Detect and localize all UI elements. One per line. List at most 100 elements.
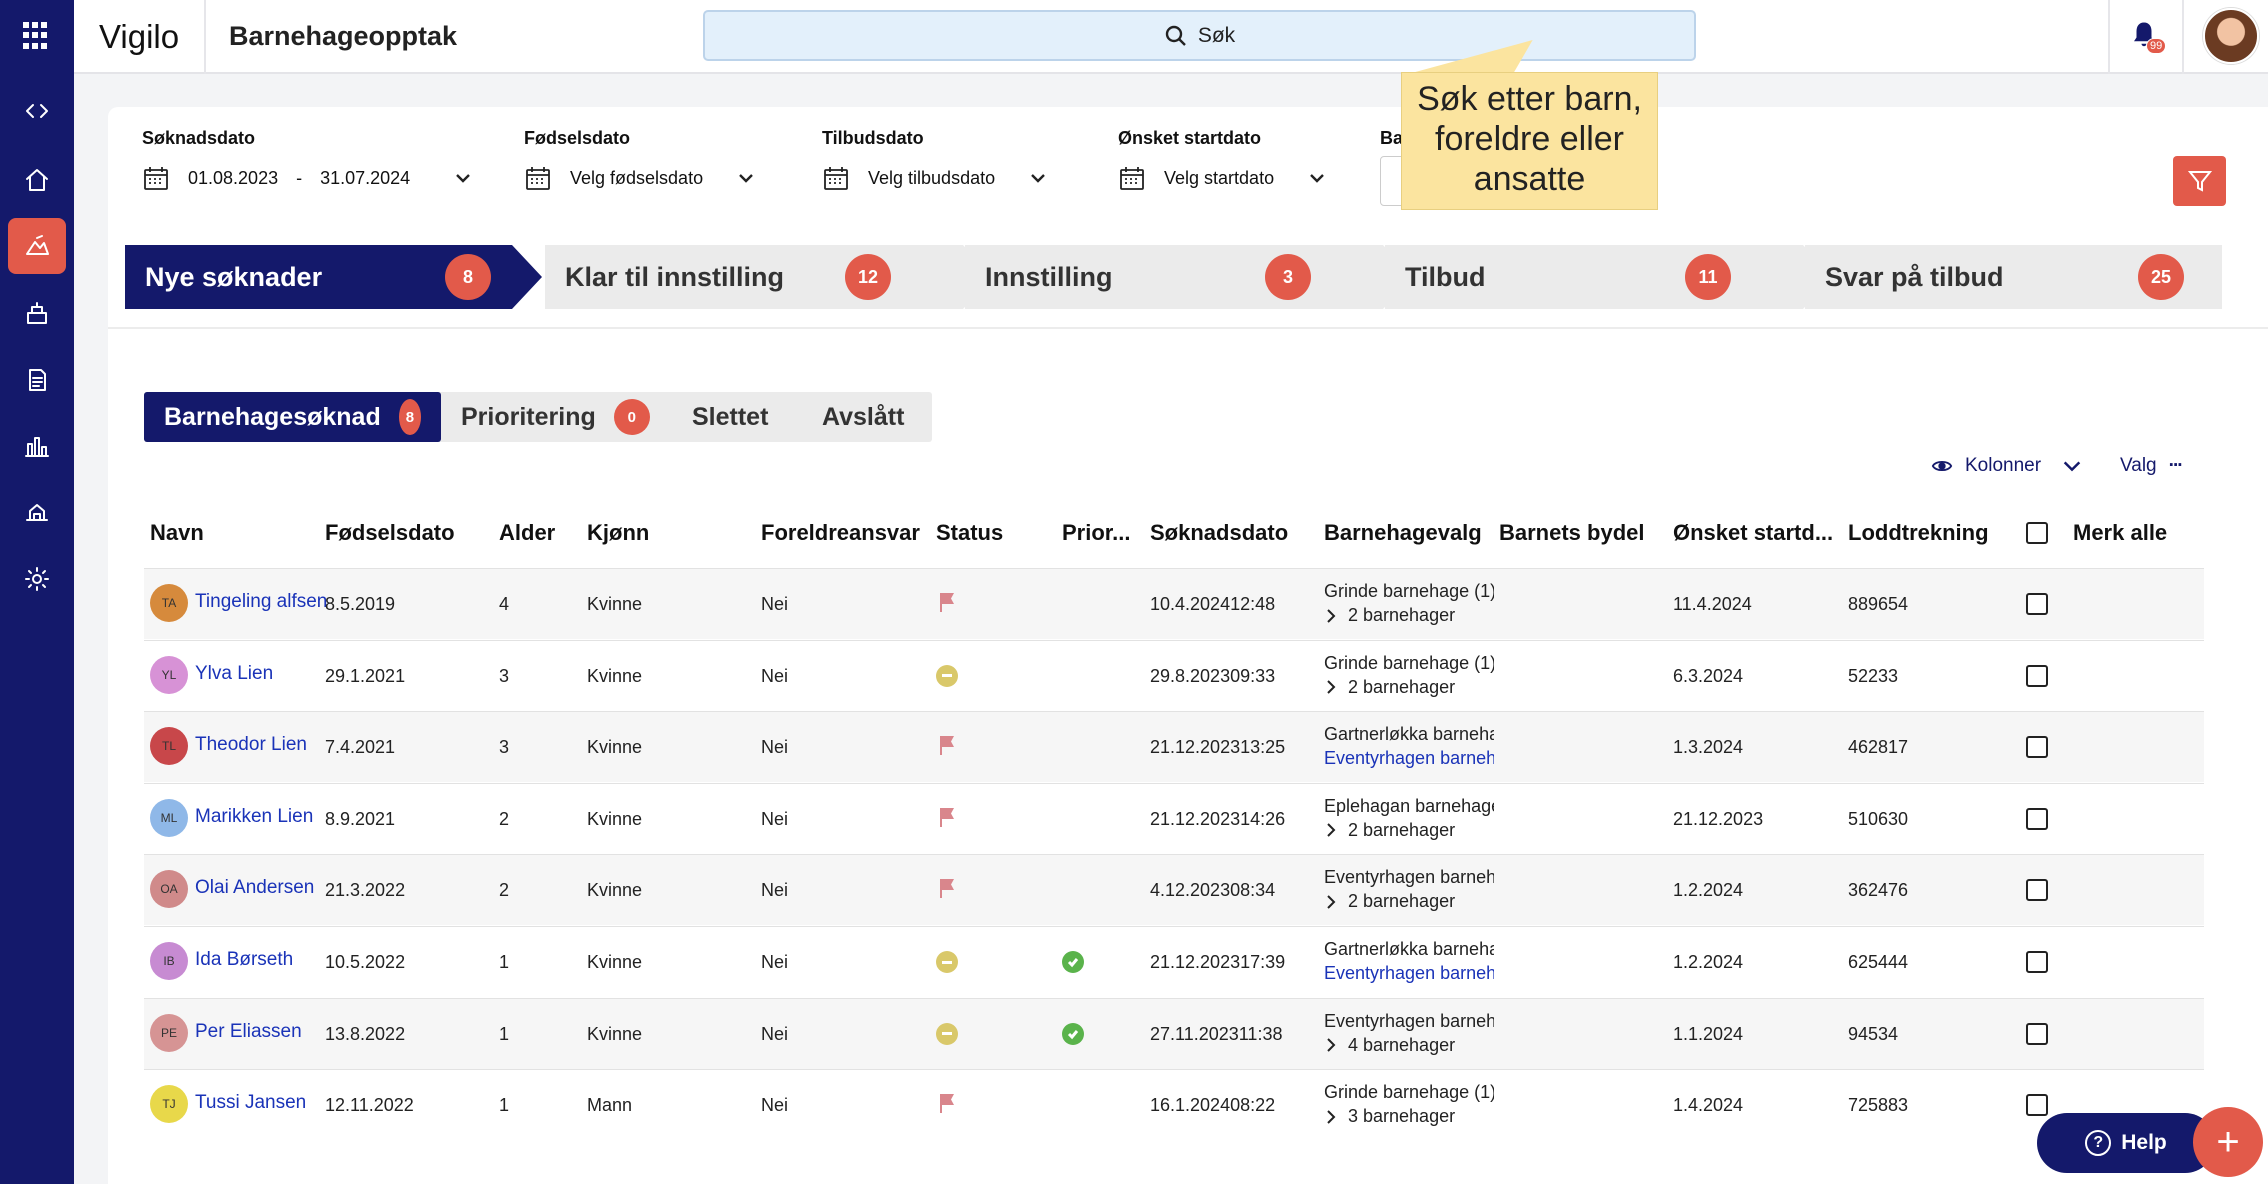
start-date-cell: 21.12.2023 [1673, 808, 1764, 829]
kindergarten-choice: Grinde barnehage (1) · [1324, 581, 1494, 601]
settings-icon[interactable] [0, 551, 74, 607]
filter-button[interactable] [2173, 156, 2226, 206]
row-checkbox[interactable] [2026, 664, 2048, 687]
calendar-icon [526, 167, 550, 190]
admission-icon[interactable] [0, 218, 74, 274]
col-header[interactable]: Alder [499, 520, 555, 546]
more-kindergartens-toggle[interactable]: 2 barnehager [1324, 677, 1494, 698]
step-klar-til-innstilling[interactable]: Klar til innstilling 12 [545, 245, 963, 309]
col-header[interactable]: Foreldreansvar [761, 520, 920, 546]
step-label: Tilbud [1405, 261, 1486, 292]
expand-rail-icon[interactable] [0, 83, 74, 139]
more-kindergartens-toggle[interactable]: 4 barnehager [1324, 1035, 1494, 1056]
kindergarten-choice: Gartnerløkka barneha [1324, 724, 1494, 745]
step-nye-soknader[interactable]: Nye søknader 8 [125, 245, 512, 309]
col-header[interactable]: Ønsket startd... [1673, 520, 1833, 546]
step-tilbud[interactable]: Tilbud 11 [1385, 245, 1803, 309]
home-icon[interactable] [0, 152, 74, 208]
row-checkbox[interactable] [2026, 736, 2048, 759]
child-name-link[interactable]: Tingeling alfsen [195, 591, 327, 613]
row-checkbox[interactable] [2026, 879, 2048, 902]
child-name-link[interactable]: Per Eliassen [195, 1021, 302, 1043]
gender-cell: Kvinne [587, 665, 643, 686]
help-button[interactable]: ? Help [2037, 1113, 2215, 1173]
more-kindergartens-toggle[interactable]: 2 barnehager [1324, 820, 1494, 841]
more-kindergartens-toggle[interactable]: 2 barnehager [1324, 605, 1494, 626]
gender-cell: Kvinne [587, 594, 643, 614]
col-header[interactable]: Fødselsdato [325, 520, 455, 546]
notifications-button[interactable]: 99 [2129, 20, 2167, 54]
row-checkbox[interactable] [2026, 593, 2048, 615]
kindergarten-choice-link[interactable]: Eventyrhagen barneh [1324, 963, 1494, 984]
parental-cell: Nei [761, 1095, 789, 1116]
more-kindergartens-toggle[interactable]: 3 barnehager [1324, 1106, 1494, 1127]
child-name-link[interactable]: Tussi Jansen [195, 1092, 306, 1114]
kindergarten-icon[interactable] [0, 285, 74, 341]
child-name-link[interactable]: Olai Andersen [195, 877, 314, 899]
row-checkbox[interactable] [2026, 1094, 2048, 1117]
left-rail [0, 0, 74, 1184]
kindergarten-choice-link[interactable]: Eventyrhagen barneh [1324, 748, 1494, 769]
table-row[interactable]: TA Tingeling alfsen 8.5.2019 4 Kvinne Nei 10.4… [144, 568, 2204, 639]
kindergarten-choice: Eventyrhagen barneh [1324, 1010, 1494, 1031]
row-checkbox[interactable] [2026, 807, 2048, 830]
tab-barnehagesoknad[interactable]: Barnehagesøknad 8 [144, 392, 441, 442]
columns-dropdown[interactable]: Kolonner [1931, 455, 2083, 477]
dob-cell: 21.3.2022 [325, 880, 406, 901]
table-row[interactable]: ML Marikken Lien 8.9.2021 2 Kvinne Nei 21.12.2… [144, 782, 2204, 854]
step-svar-pa-tilbud[interactable]: Svar på tilbud 25 [1805, 245, 2222, 309]
date-range-separator: - [296, 167, 303, 188]
document-icon[interactable] [0, 352, 74, 408]
flag-icon [936, 806, 958, 833]
child-name-link[interactable]: Ida Børseth [195, 949, 293, 971]
fodselsdato-value: Velg fødselsdato [570, 167, 704, 188]
add-button[interactable]: + [2193, 1107, 2263, 1177]
table-row[interactable]: TL Theodor Lien 7.4.2021 3 Kvinne Nei 21.12.20… [144, 711, 2204, 783]
fodselsdato-picker[interactable]: Velg fødselsdato [524, 164, 755, 192]
user-avatar[interactable] [2203, 8, 2259, 64]
select-all-checkbox[interactable] [2026, 522, 2048, 544]
row-checkbox[interactable] [2026, 1022, 2048, 1045]
tab-prioritering[interactable]: Prioritering 0 [441, 392, 672, 442]
step-innstilling[interactable]: Innstilling 3 [965, 245, 1383, 309]
applied-date-cell: 16.1.202408:22 [1150, 1095, 1276, 1116]
col-header[interactable]: Prior... [1062, 520, 1130, 546]
building-icon[interactable] [0, 484, 74, 540]
child-name-link[interactable]: Marikken Lien [195, 806, 313, 828]
filter-label-soknadsdato: Søknadsdato [142, 128, 256, 148]
col-header[interactable]: Loddtrekning [1848, 520, 1989, 546]
table-row[interactable]: IB Ida Børseth 10.5.2022 1 Kvinne Nei 21.12.20… [144, 926, 2204, 997]
soknadsdato-range-picker[interactable]: 01.08.2023 - 31.07.2024 [142, 164, 472, 192]
table-row[interactable]: YL Ylva Lien 29.1.2021 3 Kvinne Nei 29.8.20230… [144, 639, 2204, 711]
col-header[interactable]: Status [936, 520, 1003, 546]
col-header[interactable]: Søknadsdato [1150, 520, 1288, 546]
tilbudsdato-picker[interactable]: Velg tilbudsdato [822, 164, 1047, 192]
app-name[interactable]: Vigilo [99, 18, 179, 56]
applied-date-cell: 21.12.202313:25 [1150, 737, 1286, 758]
table-row[interactable]: TJ Tussi Jansen 12.11.2022 1 Mann Nei 16.1.202… [144, 1069, 2204, 1140]
col-header[interactable]: Barnehagevalg [1324, 520, 1482, 546]
chevron-down-icon [739, 174, 753, 183]
statistics-icon[interactable] [0, 418, 74, 474]
table-row[interactable]: OA Olai Andersen 21.3.2022 2 Kvinne Nei 4.12.2… [144, 854, 2204, 926]
app-grid-icon[interactable] [23, 22, 51, 50]
col-header[interactable]: Navn [150, 520, 204, 546]
help-label: Help [2121, 1131, 2167, 1154]
search-bar[interactable]: Søk [703, 10, 1696, 61]
parental-cell: Nei [761, 665, 789, 686]
calendar-icon [824, 167, 848, 190]
flag-icon [936, 591, 958, 618]
more-kindergartens-toggle[interactable]: 2 barnehager [1324, 891, 1494, 912]
lottery-cell: 362476 [1848, 880, 1909, 901]
options-menu[interactable]: Valg ··· [2120, 455, 2184, 477]
tab-slettet[interactable]: Slettet [672, 392, 802, 442]
child-avatar: TL [150, 727, 188, 766]
row-checkbox[interactable] [2026, 951, 2048, 973]
startdato-picker[interactable]: Velg startdato [1118, 164, 1326, 192]
col-header[interactable]: Barnets bydel [1499, 520, 1645, 546]
table-row[interactable]: PE Per Eliassen 13.8.2022 1 Kvinne Nei 27.11.2… [144, 997, 2204, 1069]
tab-avslatt[interactable]: Avslått [802, 392, 932, 442]
col-header[interactable]: Kjønn [587, 520, 649, 546]
child-name-link[interactable]: Ylva Lien [195, 663, 273, 685]
child-name-link[interactable]: Theodor Lien [195, 734, 307, 756]
